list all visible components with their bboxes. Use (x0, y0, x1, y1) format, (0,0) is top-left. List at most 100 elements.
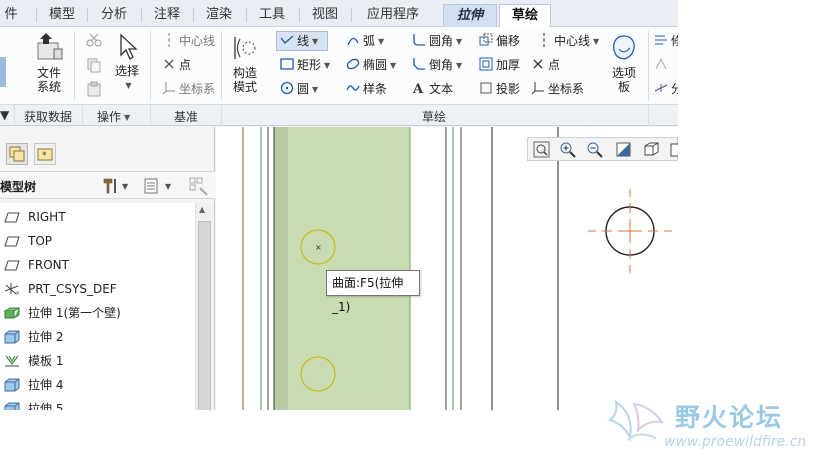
thicken-tool-button[interactable]: 加厚 (479, 56, 520, 74)
tab-sketch[interactable]: 草绘 (499, 4, 551, 28)
repaint-button[interactable] (614, 140, 634, 159)
line-tool-button[interactable]: 线 ▼ (276, 31, 328, 51)
group-label-operations[interactable]: 操作 ▼ (97, 108, 130, 125)
hammer-wrench-icon: ▼ (103, 178, 129, 194)
datum-csys-button[interactable]: 坐标系 (162, 80, 215, 98)
sketch-canvas: × (242, 127, 672, 410)
datum-centerline-button[interactable]: 中心线 (162, 32, 215, 50)
arc-icon (346, 33, 360, 47)
tree-item-prt-csys-def[interactable]: × PRT_CSYS_DEF (4, 279, 117, 299)
svg-text:▼: ▼ (122, 182, 129, 191)
saved-views-button[interactable] (668, 140, 678, 159)
display-style-button[interactable] (642, 140, 662, 159)
fillet-icon (412, 33, 426, 47)
tab-file[interactable]: 件 (0, 4, 22, 27)
cube-icon (644, 142, 659, 156)
tree-item-extrude-2[interactable]: 拉伸 2 (4, 327, 63, 347)
rectangle-tool-button[interactable]: 矩形 ▼ (280, 56, 330, 74)
thicken-icon (479, 57, 493, 71)
centerline-icon (162, 33, 176, 47)
tab-analysis[interactable]: 分析 (92, 4, 136, 27)
centerline-tool-button[interactable]: 中心线 ▼ (537, 32, 599, 50)
navigator-pane: * 模型树 ▼ ▼ RIGHT TOP FRONT × PRT_CSYS_DEF… (0, 127, 215, 410)
tree-item-top[interactable]: TOP (4, 231, 52, 251)
datum-plane-icon (4, 258, 20, 272)
tree-item-template-1[interactable]: 模板 1 (4, 351, 63, 371)
graphics-window[interactable]: × (216, 127, 678, 410)
tree-show-button[interactable]: ▼ (143, 176, 175, 199)
forum-watermark: 野火论坛 www.proewildfire.cn (600, 394, 816, 460)
construction-mode-icon (234, 37, 256, 59)
scrollbar-thumb[interactable] (198, 221, 211, 410)
pick-tooltip: 曲面:F5(拉伸_1) (326, 270, 420, 314)
fillet-tool-button[interactable]: 圆角 ▼ (412, 32, 462, 50)
refit-button[interactable] (532, 140, 552, 159)
offset-tool-button[interactable]: 偏移 (479, 32, 520, 50)
spline-tool-button[interactable]: 样条 (346, 80, 387, 98)
svg-text:*: * (42, 151, 47, 161)
extrude-icon (4, 402, 20, 410)
construction-mode-button[interactable]: 构造 模式 (226, 33, 264, 94)
palette-icon (613, 35, 635, 60)
extrude-icon (4, 378, 20, 392)
arc-tool-button[interactable]: 弧 ▼ (346, 32, 384, 50)
point-x-icon (162, 57, 176, 71)
layer-tab-button[interactable] (6, 143, 28, 165)
tab-view[interactable]: 视图 (303, 4, 347, 27)
copy-icon[interactable] (86, 57, 102, 76)
ellipse-tool-button[interactable]: 椭圆 ▼ (346, 56, 396, 74)
csys-tool-button[interactable]: 坐标系 (531, 80, 584, 98)
tab-extrude[interactable]: 拉伸 (443, 4, 497, 27)
tree-item-extrude-4[interactable]: 拉伸 4 (4, 375, 63, 395)
extrude-icon (4, 330, 20, 344)
tab-render[interactable]: 渲染 (197, 4, 241, 27)
datum-plane-icon (4, 210, 20, 224)
model-tree-scrollbar[interactable]: ▲ (195, 203, 213, 410)
delete-segment-icon (654, 57, 668, 71)
tree-item-front[interactable]: FRONT (4, 255, 69, 275)
tab-model[interactable]: 模型 (40, 4, 84, 27)
layers-icon (9, 146, 25, 162)
refit-zoom-icon (533, 141, 550, 158)
model-tree-header: 模型树 ▼ ▼ (0, 171, 215, 199)
chamfer-tool-button[interactable]: 倒角 ▼ (412, 56, 462, 74)
ribbon-tab-bar: 件 模型 分析 注释 渲染 工具 视图 应用程序 拉伸 草绘 (0, 0, 678, 28)
spline-icon (346, 81, 360, 95)
zoom-in-button[interactable] (558, 140, 578, 159)
file-system-icon (37, 33, 63, 60)
watermark-url: www.proewildfire.cn (664, 434, 807, 450)
zoom-in-icon (560, 142, 576, 158)
modify-icon (654, 33, 668, 47)
repaint-icon (616, 142, 631, 157)
template-icon (4, 354, 20, 368)
tree-item-extrude-1-first-wall[interactable]: 拉伸 1(第一个壁) (3, 303, 121, 323)
folder-browser-tab-button[interactable]: * (34, 143, 56, 165)
circle-icon (280, 81, 294, 95)
select-button[interactable]: 选择 ▼ (110, 33, 144, 93)
circle-tool-button[interactable]: 圆 ▼ (280, 80, 318, 98)
tab-applications[interactable]: 应用程序 (356, 4, 430, 27)
text-tool-button[interactable]: A 文本 (412, 80, 453, 98)
delete-segment-edge-button[interactable] (654, 56, 671, 74)
project-icon (479, 81, 493, 95)
group-label-cut[interactable]: ▼ (0, 108, 9, 122)
datum-point-button[interactable]: 点 (162, 56, 191, 74)
tree-filter-button[interactable] (188, 176, 210, 199)
cut-icon (0, 57, 6, 87)
file-system-button[interactable]: 文件 系统 (30, 31, 68, 94)
divide-edge-button[interactable]: 分 (654, 80, 678, 98)
tree-settings-button[interactable]: ▼ (100, 176, 130, 199)
cut-tool-icon[interactable] (86, 33, 102, 50)
scroll-up-arrow-icon[interactable]: ▲ (199, 205, 205, 214)
tab-tools[interactable]: 工具 (250, 4, 294, 27)
palette-button[interactable]: 选项 板 (606, 33, 642, 94)
point-tool-button[interactable]: 点 (531, 56, 560, 74)
tab-annotate[interactable]: 注释 (145, 4, 189, 27)
modify-edge-button[interactable]: 修 (654, 32, 678, 50)
tree-item-extrude-5[interactable]: 拉伸 5 (4, 399, 63, 410)
zoom-out-button[interactable] (585, 140, 605, 159)
tree-item-right[interactable]: RIGHT (4, 207, 66, 227)
paste-icon[interactable] (86, 81, 102, 100)
group-label-get-data: 获取数据 (24, 110, 73, 124)
project-tool-button[interactable]: 投影 (479, 80, 520, 98)
